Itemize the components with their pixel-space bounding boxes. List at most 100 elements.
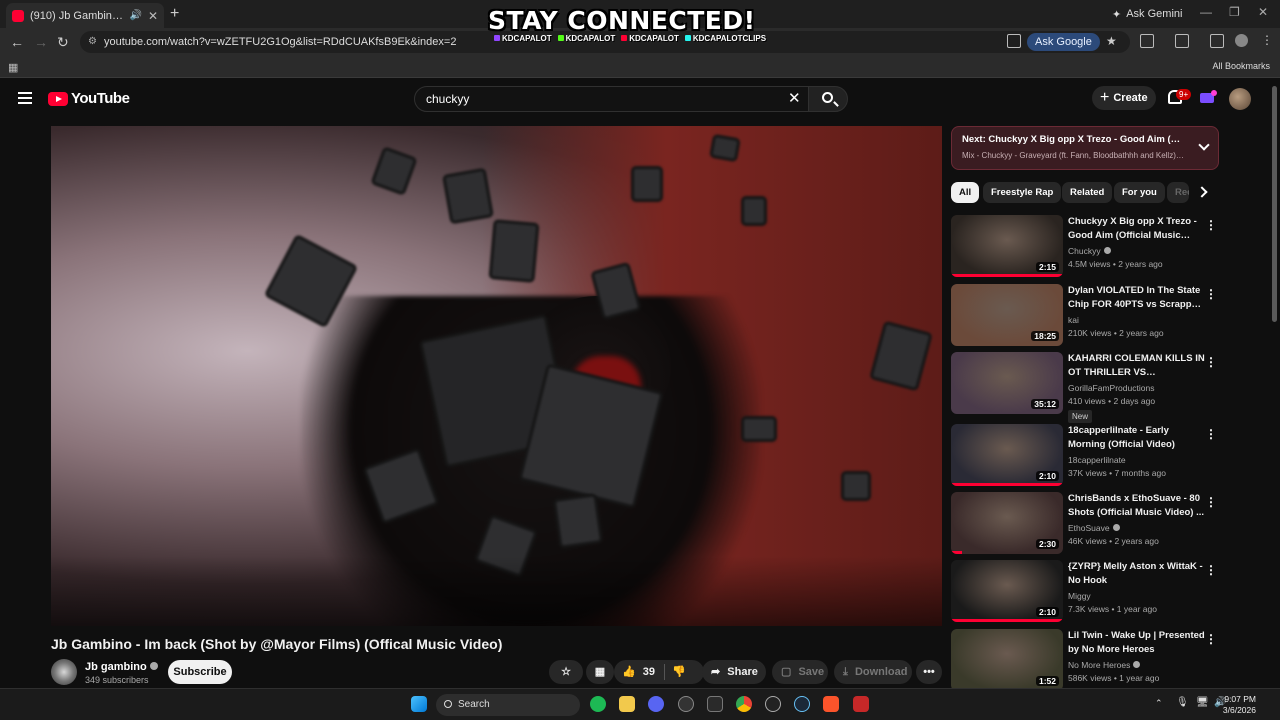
- save-button[interactable]: ▢ Save: [772, 660, 828, 684]
- download-button[interactable]: ⤓ Download: [834, 660, 912, 684]
- more-options-icon[interactable]: ⋮: [1205, 632, 1217, 646]
- install-app-icon[interactable]: [1007, 34, 1021, 48]
- microphone-icon[interactable]: 🎙: [1176, 697, 1189, 708]
- search-input[interactable]: chuckyy: [414, 86, 812, 112]
- ask-gemini-button[interactable]: ✦ Ask Gemini: [1104, 5, 1190, 23]
- profile-icon[interactable]: [1235, 34, 1248, 47]
- bookmark-star-icon[interactable]: ★: [1106, 34, 1117, 48]
- recommendation-title[interactable]: KAHARRI COLEMAN KILLS IN OT THRILLER VS …: [1068, 352, 1206, 379]
- recommendation-item[interactable]: 2:30 ChrisBands x EthoSuave - 80 Shots (O…: [951, 492, 1221, 556]
- more-options-icon[interactable]: ⋮: [1205, 495, 1217, 509]
- g-hub-icon[interactable]: [765, 696, 781, 712]
- more-options-icon[interactable]: ⋮: [1205, 287, 1217, 301]
- restore-icon[interactable]: ❐: [1229, 5, 1240, 19]
- chip-recently-uploaded[interactable]: Recently uploaded: [1167, 182, 1189, 203]
- close-window-icon[interactable]: ✕: [1258, 5, 1268, 19]
- chip-for-you[interactable]: For you: [1114, 182, 1165, 203]
- recommendation-item[interactable]: 2:15 Chuckyy X Big opp X Trezo - Good Aim…: [951, 215, 1221, 279]
- chevron-down-icon[interactable]: [1198, 139, 1210, 151]
- more-options-icon[interactable]: ⋮: [1205, 563, 1217, 577]
- channel-name[interactable]: Jb gambino: [85, 661, 158, 673]
- recommendation-title[interactable]: ChrisBands x EthoSuave - 80 Shots (Offic…: [1068, 492, 1206, 519]
- recommendation-channel[interactable]: EthoSuave: [1068, 522, 1206, 535]
- recommendation-channel[interactable]: Miggy: [1068, 590, 1206, 603]
- new-tab-button[interactable]: +: [170, 5, 179, 23]
- more-options-icon[interactable]: ⋮: [1205, 427, 1217, 441]
- video-thumbnail[interactable]: 35:12: [951, 352, 1063, 414]
- thumbs-down-icon[interactable]: 👎: [672, 660, 686, 684]
- brave-icon[interactable]: [823, 696, 839, 712]
- video-thumbnail[interactable]: 18:25: [951, 284, 1063, 346]
- recommendation-title[interactable]: 18capperlilnate - Early Morning (Officia…: [1068, 424, 1206, 451]
- recommendation-title[interactable]: {ZYRP} Melly Aston x WittaK - No Hook: [1068, 560, 1206, 587]
- clear-search-icon[interactable]: ✕: [788, 89, 801, 107]
- video-thumbnail[interactable]: 2:15: [951, 215, 1063, 277]
- media-controls-icon[interactable]: [1210, 34, 1224, 48]
- reload-icon[interactable]: ↻: [57, 34, 69, 51]
- side-panel-icon[interactable]: [1175, 34, 1189, 48]
- forward-icon[interactable]: →: [34, 34, 48, 50]
- discord-icon[interactable]: [648, 696, 664, 712]
- account-avatar[interactable]: [1229, 88, 1251, 110]
- recommendation-channel[interactable]: 18capperlilnate: [1068, 454, 1206, 467]
- recommendation-title[interactable]: Chuckyy X Big opp X Trezo - Good Aim (Of…: [1068, 215, 1206, 242]
- video-player[interactable]: [51, 126, 942, 626]
- video-thumbnail[interactable]: 2:10: [951, 560, 1063, 622]
- windows-start-icon[interactable]: [411, 696, 427, 712]
- chevron-right-icon[interactable]: [1196, 186, 1208, 198]
- more-options-icon[interactable]: ⋮: [1205, 355, 1217, 369]
- site-info-icon[interactable]: ⚙: [88, 31, 97, 53]
- network-icon[interactable]: 🖥: [1196, 697, 1209, 708]
- channel-avatar[interactable]: [51, 659, 77, 685]
- spotify-icon[interactable]: [590, 696, 606, 712]
- video-thumbnail[interactable]: 2:10: [951, 424, 1063, 486]
- tab-close-button[interactable]: ✕: [148, 9, 158, 23]
- taskbar-clock[interactable]: 9:07 PM 3/6/2026: [1223, 694, 1256, 716]
- epic-games-icon[interactable]: [707, 696, 723, 712]
- chip-freestyle-rap[interactable]: Freestyle Rap: [983, 182, 1062, 203]
- back-icon[interactable]: ←: [10, 34, 24, 50]
- all-bookmarks-button[interactable]: All Bookmarks: [1212, 61, 1270, 71]
- recommendation-channel[interactable]: kai: [1068, 314, 1206, 327]
- create-button[interactable]: + Create: [1092, 86, 1156, 110]
- apps-grid-icon[interactable]: ▦: [8, 61, 18, 74]
- search-button[interactable]: [808, 86, 848, 112]
- like-button[interactable]: 👍 39 👎: [614, 660, 704, 684]
- more-actions-button[interactable]: •••: [916, 660, 942, 684]
- browser-menu-icon[interactable]: ⋮: [1261, 33, 1273, 47]
- recommendation-item[interactable]: 1:52 Lil Twin - Wake Up | Presented by No…: [951, 629, 1221, 693]
- channel-name-text[interactable]: Jb gambino: [85, 661, 147, 673]
- recommendation-title[interactable]: Lil Twin - Wake Up | Presented by No Mor…: [1068, 629, 1206, 656]
- video-thumbnail[interactable]: 1:52: [951, 629, 1063, 691]
- obs-icon[interactable]: [678, 696, 694, 712]
- recommendation-item[interactable]: 2:10 {ZYRP} Melly Aston x WittaK - No Hoo…: [951, 560, 1221, 624]
- chrome-icon[interactable]: [736, 696, 752, 712]
- clip-button[interactable]: ▦: [586, 660, 614, 684]
- speaker-icon[interactable]: 🔊: [129, 10, 141, 21]
- favorite-button[interactable]: ☆: [549, 660, 583, 684]
- chevron-up-icon[interactable]: ⌃: [1155, 698, 1163, 709]
- browser-tab[interactable]: (910) Jb Gambino - Im back (Shot by @May…: [6, 3, 164, 28]
- recommendation-item[interactable]: 35:12 KAHARRI COLEMAN KILLS IN OT THRILLE…: [951, 352, 1221, 423]
- minimize-icon[interactable]: —: [1200, 5, 1212, 19]
- steam-icon[interactable]: [794, 696, 810, 712]
- recommendation-channel[interactable]: GorillaFamProductions: [1068, 382, 1206, 395]
- subscribe-button[interactable]: Subscribe: [168, 660, 232, 684]
- up-next-card[interactable]: Next: Chuckyy X Big opp X Trezo - Good A…: [951, 126, 1219, 170]
- extensions-icon[interactable]: [1140, 34, 1154, 48]
- file-explorer-icon[interactable]: [619, 696, 635, 712]
- recommendation-channel[interactable]: No More Heroes: [1068, 659, 1206, 672]
- recommendation-title[interactable]: Dylan VIOLATED In The State Chip FOR 40P…: [1068, 284, 1206, 311]
- video-thumbnail[interactable]: 2:30: [951, 492, 1063, 554]
- recommendation-channel[interactable]: Chuckyy: [1068, 245, 1206, 258]
- recommendation-item[interactable]: 18:25 Dylan VIOLATED In The State Chip FO…: [951, 284, 1221, 348]
- chip-related[interactable]: Related: [1062, 182, 1113, 203]
- ask-google-button[interactable]: Ask Google: [1027, 33, 1100, 51]
- guide-menu-icon[interactable]: [18, 92, 32, 104]
- recommendation-item[interactable]: 2:10 18capperlilnate - Early Morning (Off…: [951, 424, 1221, 488]
- youtube-logo[interactable]: YouTube: [48, 90, 130, 107]
- share-button[interactable]: ➦ Share: [702, 660, 766, 684]
- page-scrollbar[interactable]: [1272, 86, 1277, 322]
- chip-all[interactable]: All: [951, 182, 980, 203]
- streaming-app-icon[interactable]: [853, 696, 869, 712]
